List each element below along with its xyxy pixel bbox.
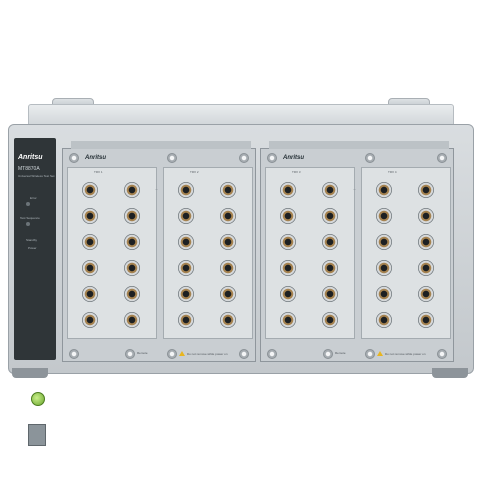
rf-connector[interactable] (418, 182, 434, 198)
rf-connector[interactable] (322, 182, 338, 198)
rf-connector[interactable] (124, 312, 140, 328)
rf-connector[interactable] (280, 234, 296, 250)
section-trx-1: TRX 1 (67, 167, 157, 339)
controller-panel: Anritsu MT8870A Universal Wireless Test … (14, 138, 56, 446)
screw (437, 349, 447, 359)
screw (437, 153, 447, 163)
usb-port[interactable] (28, 424, 46, 446)
rf-connector[interactable] (418, 260, 434, 276)
rf-connector[interactable] (418, 234, 434, 250)
screw (125, 349, 135, 359)
remote-label: Remote (335, 351, 346, 355)
rf-connector[interactable] (322, 234, 338, 250)
rf-connector[interactable] (322, 312, 338, 328)
rf-connector[interactable] (178, 208, 194, 224)
screw (267, 153, 277, 163)
rf-connector[interactable] (376, 208, 392, 224)
error-led (26, 202, 30, 206)
warning-icon (179, 351, 185, 356)
section-trx-2: TRX 2 (163, 167, 253, 339)
section-trx-4: TRX 4 (361, 167, 451, 339)
remote-label: Remote (137, 351, 148, 355)
rf-connector[interactable] (178, 260, 194, 276)
screw (239, 349, 249, 359)
rf-connector[interactable] (376, 312, 392, 328)
screw (267, 349, 277, 359)
screw (167, 349, 177, 359)
rf-connector[interactable] (124, 182, 140, 198)
section-title: TRX 3 (292, 170, 301, 174)
power-button[interactable] (31, 392, 45, 406)
rf-connector[interactable] (124, 234, 140, 250)
rf-connector[interactable] (178, 312, 194, 328)
rf-connector[interactable] (376, 286, 392, 302)
rf-connector[interactable] (280, 312, 296, 328)
warning-label: Do not remove while power on (385, 352, 426, 356)
module-2: Anritsu TRX 3 TRX 4 ⋯ Remote Do not remo… (260, 141, 454, 362)
section-trx-3: TRX 3 (265, 167, 355, 339)
rf-connector[interactable] (418, 208, 434, 224)
rf-connector[interactable] (82, 208, 98, 224)
section-title: TRX 4 (388, 170, 397, 174)
rf-connector[interactable] (124, 286, 140, 302)
rf-connector[interactable] (82, 234, 98, 250)
screw (365, 349, 375, 359)
rf-connector[interactable] (124, 260, 140, 276)
rf-connector[interactable] (418, 286, 434, 302)
foot-right (432, 368, 468, 378)
screw (323, 349, 333, 359)
rf-connector[interactable] (220, 208, 236, 224)
rf-connector[interactable] (220, 260, 236, 276)
screw (239, 153, 249, 163)
rf-connector[interactable] (82, 286, 98, 302)
screw (69, 349, 79, 359)
rf-connector[interactable] (280, 286, 296, 302)
test-sequence-label: Test Sequence (20, 216, 40, 220)
rf-connector[interactable] (220, 312, 236, 328)
rf-connector[interactable] (280, 260, 296, 276)
rf-connector[interactable] (280, 182, 296, 198)
power-label: Power (28, 246, 37, 250)
warning-icon (377, 351, 383, 356)
standby-label: Standby (26, 238, 38, 242)
status-labels: ⋯ (353, 187, 356, 191)
screw (167, 153, 177, 163)
rf-connector[interactable] (124, 208, 140, 224)
rf-connector[interactable] (220, 286, 236, 302)
foot-left (12, 368, 48, 378)
rf-connector[interactable] (178, 234, 194, 250)
section-title: TRX 2 (190, 170, 199, 174)
module-2-top-rail (269, 141, 449, 149)
test-sequence-led (26, 222, 30, 226)
rf-connector[interactable] (220, 182, 236, 198)
screw (365, 153, 375, 163)
error-label: Error (30, 196, 37, 200)
rf-connector[interactable] (376, 182, 392, 198)
model-label: MT8870A (18, 166, 40, 172)
rf-connector[interactable] (418, 312, 434, 328)
rf-connector[interactable] (82, 182, 98, 198)
section-title: TRX 1 (94, 170, 103, 174)
rf-connector[interactable] (82, 312, 98, 328)
rf-connector[interactable] (82, 260, 98, 276)
rf-connector[interactable] (178, 182, 194, 198)
rf-connector[interactable] (322, 260, 338, 276)
rf-connector[interactable] (220, 234, 236, 250)
brand-logo: Anritsu (18, 154, 43, 161)
module-2-brand: Anritsu (283, 155, 304, 161)
instrument-scene: Anritsu MT8870A Universal Wireless Test … (0, 0, 480, 480)
rf-connector[interactable] (376, 260, 392, 276)
screw (69, 153, 79, 163)
rf-connector[interactable] (376, 234, 392, 250)
rf-connector[interactable] (322, 286, 338, 302)
module-1-top-rail (71, 141, 251, 149)
warning-label: Do not remove while power on (187, 352, 228, 356)
rf-connector[interactable] (280, 208, 296, 224)
rf-connector[interactable] (178, 286, 194, 302)
rf-connector[interactable] (322, 208, 338, 224)
subtitle-label: Universal Wireless Test Set (18, 174, 55, 178)
module-1: Anritsu TRX 1 TRX 2 ⋯ Remote Do not remo… (62, 141, 256, 362)
status-labels: ⋯ (155, 187, 158, 191)
module-1-brand: Anritsu (85, 155, 106, 161)
